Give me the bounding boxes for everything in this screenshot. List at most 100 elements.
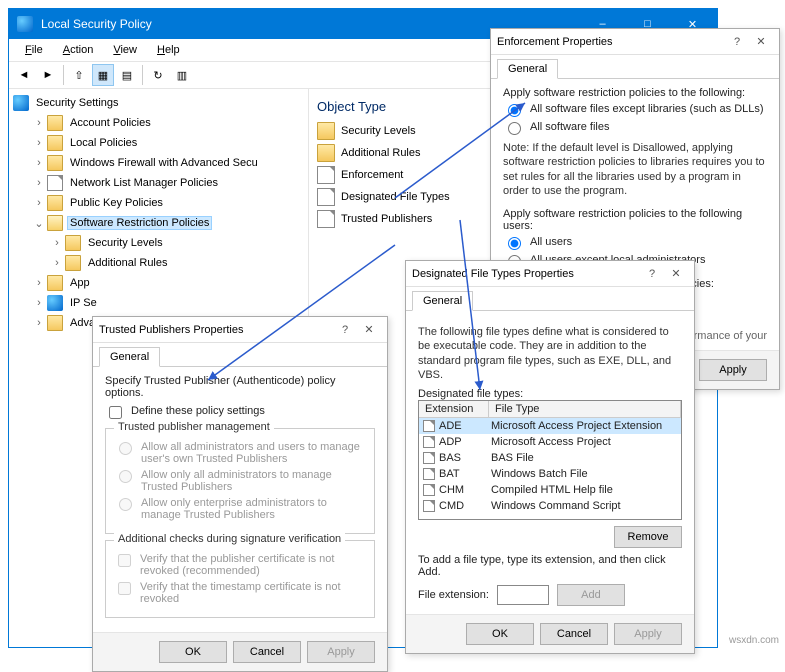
table-row[interactable]: BASBAS File	[419, 450, 681, 466]
tree-item[interactable]: › Public Key Policies	[9, 193, 308, 213]
chevron-right-icon[interactable]: ›	[49, 257, 65, 269]
close-icon[interactable]: ✕	[749, 35, 773, 48]
close-icon[interactable]: ✕	[664, 267, 688, 280]
tree-item[interactable]: ⌄Software Restriction Policies	[9, 213, 308, 233]
tree-item-label: IP Se	[67, 296, 100, 310]
ok-button[interactable]: OK	[466, 623, 534, 645]
chevron-right-icon[interactable]: ›	[31, 197, 47, 209]
file-icon	[423, 484, 435, 496]
table-row[interactable]: BATWindows Batch File	[419, 466, 681, 482]
radio-mgmt-admins[interactable]: Allow only all administrators to manage …	[114, 469, 366, 493]
chevron-right-icon[interactable]: ›	[49, 237, 65, 249]
tree-item[interactable]: ›Account Policies	[9, 113, 308, 133]
add-button[interactable]: Add	[557, 584, 625, 606]
chevron-right-icon[interactable]: ›	[31, 177, 47, 189]
menu-view[interactable]: View	[105, 42, 145, 58]
apply-button[interactable]: Apply	[614, 623, 682, 645]
cell-extension: CMD	[439, 500, 464, 512]
check-publisher-revoked[interactable]: Verify that the publisher certificate is…	[114, 553, 366, 577]
help-button[interactable]: ?	[640, 268, 664, 280]
chevron-right-icon[interactable]: ›	[31, 297, 47, 309]
table-row[interactable]: ADPMicrosoft Access Project	[419, 434, 681, 450]
export-button[interactable]: ▤	[116, 64, 138, 86]
list-item-label: Additional Rules	[341, 147, 421, 159]
dialog-titlebar[interactable]: Designated File Types Properties ? ✕	[406, 261, 694, 287]
dialog-titlebar[interactable]: Enforcement Properties ? ✕	[491, 29, 779, 55]
folder-icon	[47, 195, 63, 211]
apply-button[interactable]: Apply	[307, 641, 375, 663]
radio-mgmt-all[interactable]: Allow all administrators and users to ma…	[114, 441, 366, 465]
ok-button[interactable]: OK	[159, 641, 227, 663]
dialog-title: Trusted Publishers Properties	[99, 324, 333, 336]
table-row[interactable]: ADEMicrosoft Access Project Extension	[419, 418, 681, 434]
table-row[interactable]: CMD Windows Command Script	[419, 498, 681, 514]
tree-item[interactable]: ›Windows Firewall with Advanced Secu	[9, 153, 308, 173]
check-timestamp-revoked[interactable]: Verify that the timestamp certificate is…	[114, 581, 366, 605]
menu-help[interactable]: Help	[149, 42, 188, 58]
radio-all-users[interactable]: All users	[503, 236, 767, 250]
tab-general[interactable]: General	[497, 59, 558, 79]
chevron-right-icon[interactable]: ›	[31, 277, 47, 289]
add-hint: To add a file type, type its extension, …	[418, 554, 682, 578]
table-label: Designated file types:	[418, 388, 682, 400]
tree-item[interactable]: › IP Se	[9, 293, 308, 313]
tab-general[interactable]: General	[99, 347, 160, 367]
help-button[interactable]: ?	[725, 36, 749, 48]
tree-item[interactable]: ›Network List Manager Policies	[9, 173, 308, 193]
prop-icon	[317, 188, 335, 206]
doc-icon	[47, 175, 63, 191]
cancel-button[interactable]: Cancel	[540, 623, 608, 645]
tree-item[interactable]: ›App	[9, 273, 308, 293]
chevron-right-icon[interactable]: ›	[31, 157, 47, 169]
help-button[interactable]: ?	[333, 324, 357, 336]
tree-item-label: Public Key Policies	[67, 196, 166, 210]
back-button[interactable]: ◄	[13, 64, 35, 86]
properties-button[interactable]: ▥	[171, 64, 193, 86]
group-checks-title: Additional checks during signature verif…	[114, 533, 345, 545]
up-button[interactable]: ⇧	[68, 64, 90, 86]
intro-text: Specify Trusted Publisher (Authenticode)…	[105, 375, 375, 399]
refresh-button[interactable]: ↻	[147, 64, 169, 86]
tree-item[interactable]: ›Local Policies	[9, 133, 308, 153]
chevron-right-icon[interactable]: ›	[31, 317, 47, 329]
radio-mgmt-enterprise[interactable]: Allow only enterprise administrators to …	[114, 497, 366, 521]
tree-item[interactable]: › Security Levels	[9, 233, 308, 253]
table-row[interactable]: CHMCompiled HTML Help file	[419, 482, 681, 498]
chevron-right-icon[interactable]: ›	[31, 137, 47, 149]
designated-dialog[interactable]: Designated File Types Properties ? ✕ Gen…	[405, 260, 695, 654]
chevron-down-icon[interactable]: ⌄	[31, 217, 47, 230]
apply-to-label: Apply software restriction policies to t…	[503, 87, 767, 99]
file-extension-input[interactable]	[497, 585, 549, 605]
close-icon[interactable]: ✕	[357, 323, 381, 336]
menu-file[interactable]: File	[17, 42, 51, 58]
file-icon	[423, 468, 435, 480]
define-settings-check[interactable]: Define these policy settings	[105, 405, 375, 422]
intro-text: The following file types define what is …	[418, 325, 682, 382]
show-hide-button[interactable]: ▦	[92, 64, 114, 86]
col-extension[interactable]: Extension	[419, 401, 489, 417]
cell-filetype: Windows Batch File	[489, 468, 681, 480]
forward-button[interactable]: ►	[37, 64, 59, 86]
list-item-label: Security Levels	[341, 125, 416, 137]
prop-icon	[317, 210, 335, 228]
file-icon	[423, 436, 435, 448]
folder-icon	[47, 135, 63, 151]
users-label: Apply software restriction policies to t…	[503, 208, 767, 232]
cancel-button[interactable]: Cancel	[233, 641, 301, 663]
file-types-table[interactable]: Extension File Type ADEMicrosoft Access …	[418, 400, 682, 520]
tree-item-label: Security Levels	[85, 236, 166, 250]
cell-filetype: Windows Command Script	[489, 500, 681, 512]
apply-button[interactable]: Apply	[699, 359, 767, 381]
chevron-right-icon[interactable]: ›	[31, 117, 47, 129]
menu-action[interactable]: Action	[55, 42, 102, 58]
tree-root[interactable]: Security Settings	[9, 93, 308, 113]
col-filetype[interactable]: File Type	[489, 401, 681, 417]
tab-general[interactable]: General	[412, 291, 473, 311]
shield-icon	[47, 295, 63, 311]
dialog-titlebar[interactable]: Trusted Publishers Properties ? ✕	[93, 317, 387, 343]
remove-button[interactable]: Remove	[614, 526, 682, 548]
tree-item[interactable]: ›Additional Rules	[9, 253, 308, 273]
trusted-dialog[interactable]: Trusted Publishers Properties ? ✕ Genera…	[92, 316, 388, 672]
radio-all-software[interactable]: All software files	[503, 121, 767, 135]
radio-except-libraries[interactable]: All software files except libraries (suc…	[503, 103, 767, 117]
